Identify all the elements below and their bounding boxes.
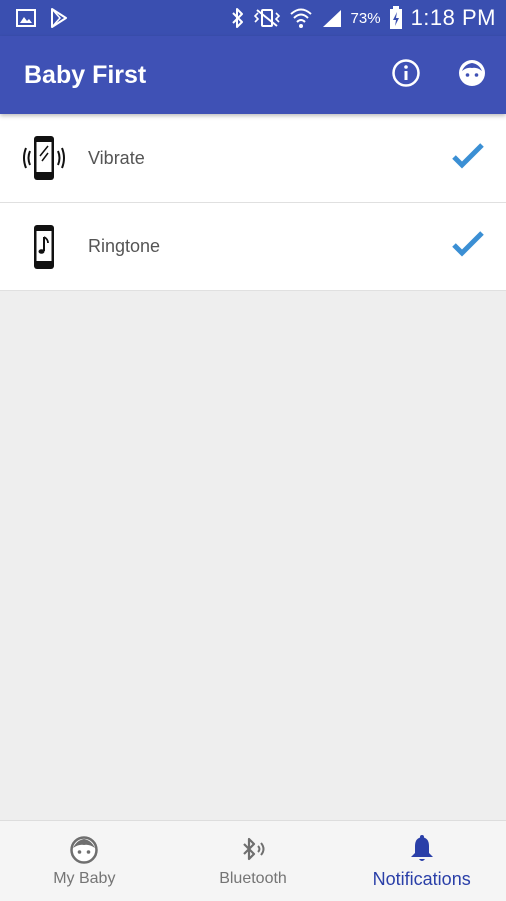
baby-face-icon xyxy=(457,58,487,93)
gallery-icon xyxy=(16,9,36,27)
checkmark-icon xyxy=(452,142,484,175)
info-button[interactable] xyxy=(388,57,424,93)
nav-bluetooth[interactable]: Bluetooth xyxy=(169,821,338,901)
battery-charging-icon xyxy=(389,6,403,30)
nav-notifications-label: Notifications xyxy=(372,868,471,889)
wifi-icon xyxy=(289,7,313,29)
vibrate-checkbox[interactable] xyxy=(452,142,484,174)
bottom-navigation: My Baby Bluetooth Notifications xyxy=(0,820,506,901)
notification-settings-list: Vibrate Ringtone xyxy=(0,114,506,291)
status-system-icons: 73% 1:18 PM xyxy=(231,5,506,31)
ringtone-checkbox[interactable] xyxy=(452,231,484,263)
vibrate-phone-icon xyxy=(0,134,88,182)
nav-notifications[interactable]: Notifications xyxy=(337,821,506,901)
status-bar: 73% 1:18 PM xyxy=(0,0,506,36)
play-store-icon xyxy=(50,8,68,28)
status-notifications xyxy=(0,8,68,28)
list-item-vibrate[interactable]: Vibrate xyxy=(0,114,506,203)
ringtone-label: Ringtone xyxy=(88,236,161,256)
app-bar: Baby First xyxy=(0,36,506,114)
nav-bluetooth-label: Bluetooth xyxy=(219,870,287,887)
bell-icon xyxy=(408,833,436,865)
bluetooth-icon xyxy=(231,7,245,29)
signal-icon xyxy=(321,8,343,28)
vibrate-mode-icon xyxy=(253,8,281,28)
app-title: Baby First xyxy=(24,60,147,89)
ringtone-phone-icon xyxy=(0,223,88,271)
battery-percent: 73% xyxy=(350,9,381,27)
vibrate-label: Vibrate xyxy=(88,147,145,168)
nav-my-baby[interactable]: My Baby xyxy=(0,821,169,901)
baby-face-icon xyxy=(69,834,99,866)
bluetooth-icon xyxy=(238,834,268,866)
app-bar-actions xyxy=(388,57,506,93)
nav-my-baby-label: My Baby xyxy=(53,870,116,887)
list-item-ringtone[interactable]: Ringtone xyxy=(0,203,506,291)
info-icon xyxy=(391,58,421,93)
checkmark-icon xyxy=(452,230,484,263)
status-time: 1:18 PM xyxy=(410,5,496,30)
baby-profile-button[interactable] xyxy=(454,57,490,93)
